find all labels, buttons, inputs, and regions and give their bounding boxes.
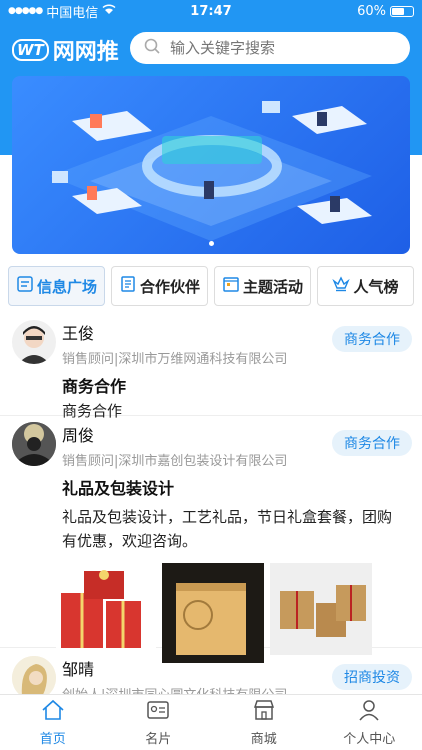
category-tabs: 信息广场 合作伙伴 主题活动 人气榜 [8, 266, 414, 306]
post-body: 礼品及包装设计，工艺礼品，节日礼盒套餐，团购有优惠，欢迎咨询。 [62, 508, 393, 550]
tab-label: 信息广场 [36, 277, 97, 296]
carousel-dot[interactable] [208, 241, 214, 246]
nav-home[interactable]: 首页 [0, 695, 106, 750]
tab-label: 主题活动 [242, 277, 303, 296]
logo-text: 网网推 [52, 40, 119, 65]
nav-label: 首页 [39, 731, 66, 747]
post-card[interactable]: 邹晴 创始人|深圳市同心圆文化科技有限公司 招商投资 [0, 648, 422, 694]
logo-mark: WT [12, 39, 49, 61]
tab-events[interactable]: 主题活动 [214, 266, 311, 306]
nav-shop[interactable]: 商城 [211, 695, 317, 750]
home-icon [41, 699, 65, 725]
avatar[interactable] [12, 320, 56, 364]
tab-partners[interactable]: 合作伙伴 [111, 266, 208, 306]
nav-label: 名片 [145, 731, 172, 747]
hero-banner[interactable] [12, 76, 410, 254]
avatar[interactable] [12, 656, 56, 694]
bottom-nav: 首页 名片 商城 个人中心 [0, 694, 422, 750]
card-icon [146, 699, 170, 725]
post-card[interactable]: 王俊 销售顾问|深圳市万维网通科技有限公司 商务合作 商务合作 商务合作 [0, 316, 422, 420]
search-bar[interactable] [130, 32, 410, 64]
calendar-icon [222, 275, 240, 297]
crown-icon [332, 275, 351, 297]
partner-icon [119, 275, 137, 297]
nav-label: 商城 [250, 731, 277, 747]
nav-card[interactable]: 名片 [106, 695, 212, 750]
post-image[interactable] [270, 563, 372, 655]
nav-label: 个人中心 [343, 731, 396, 747]
battery-icon [390, 5, 414, 17]
clock: 17:47 [190, 3, 232, 19]
category-badge: 商务合作 [332, 326, 412, 352]
category-badge: 商务合作 [332, 430, 412, 456]
app-logo[interactable]: WT 网网推 [12, 34, 119, 66]
avatar[interactable] [12, 422, 56, 466]
post-title[interactable]: 礼品及包装设计 [62, 475, 408, 499]
info-square-icon [16, 275, 34, 297]
shop-icon [252, 699, 276, 725]
post-feed[interactable]: 王俊 销售顾问|深圳市万维网通科技有限公司 商务合作 商务合作 商务合作 周俊 … [0, 316, 422, 694]
tab-label: 合作伙伴 [139, 277, 200, 296]
search-input[interactable] [170, 39, 390, 57]
banner-illustration [50, 101, 372, 241]
nav-profile[interactable]: 个人中心 [317, 695, 422, 750]
search-icon [144, 38, 160, 58]
category-badge: 招商投资 [332, 664, 412, 690]
tab-label: 人气榜 [353, 277, 399, 296]
user-icon [357, 699, 381, 725]
carousel-dots[interactable] [12, 241, 410, 246]
post-title[interactable]: 商务合作 [62, 373, 408, 397]
status-bar: ●●●●● 中国电信 17:47 60% [0, 0, 422, 22]
post-card[interactable]: 周俊 销售顾问|深圳市嘉创包装设计有限公司 商务合作 礼品及包装设计 礼品及包装… [0, 416, 422, 663]
tab-info-square[interactable]: 信息广场 [8, 266, 105, 306]
tab-popularity[interactable]: 人气榜 [317, 266, 414, 306]
